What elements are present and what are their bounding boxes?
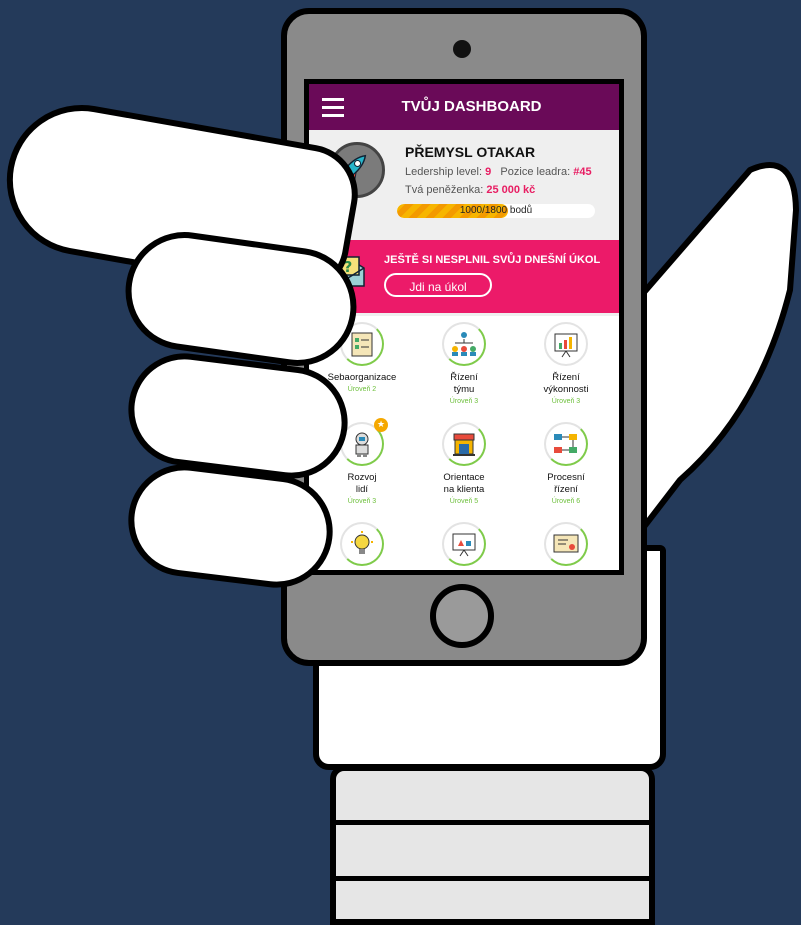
sleeve: [330, 765, 655, 925]
skill-level: Úroveň 3: [347, 498, 377, 505]
skill-tile[interactable]: Řízení výkonnosti Úroveň 3: [521, 322, 611, 405]
process-flow-icon: [554, 434, 577, 453]
rank-label: Pozice leadra:: [500, 166, 571, 178]
skill-tile[interactable]: [419, 522, 509, 570]
certificate-icon: [553, 534, 579, 553]
skill-label: Orientace na klienta: [443, 472, 485, 495]
skill-label: Rozvoj lidí: [347, 472, 377, 495]
home-button[interactable]: [430, 584, 494, 648]
sleeve-stripe: [336, 820, 649, 825]
skill-label: Řízení výkonnosti: [543, 372, 589, 395]
wallet-line: Tvá peněženka: 25 000 kč: [405, 184, 535, 196]
presentation-icon: [452, 533, 476, 557]
page-title: TVŮJ DASHBOARD: [401, 98, 542, 115]
star-badge-icon: ★: [374, 418, 388, 432]
checklist-icon: [351, 332, 373, 357]
skill-level: Úroveň 5: [449, 498, 479, 505]
lightbulb-icon: [351, 531, 373, 554]
go-to-task-button[interactable]: Jdi na úkol: [384, 273, 492, 297]
level-label: Ledership level:: [405, 166, 483, 178]
wallet-label: Tvá peněženka:: [405, 184, 484, 196]
skill-level: Úroveň 3: [449, 398, 479, 405]
level-value: 9: [485, 166, 492, 178]
menu-icon[interactable]: [322, 98, 344, 122]
sleeve-stripe: [336, 876, 649, 881]
rank-value: #45: [573, 166, 592, 178]
progress-text: 1000/1800 bodů: [459, 205, 533, 216]
points-progress-bar: 1000/1800 bodů: [397, 204, 595, 218]
app-header: TVŮJ DASHBOARD: [309, 84, 619, 130]
task-title: JEŠTĚ SI NESPLNIL SVŮJ DNEŠNÍ ÚKOL: [384, 254, 601, 266]
skill-tile[interactable]: [521, 522, 611, 570]
daily-task-banner: ? JEŠTĚ SI NESPLNIL SVŮJ DNEŠNÍ ÚKOL Jdi…: [312, 240, 619, 313]
skill-level: Úroveň 6: [551, 498, 581, 505]
performance-chart-icon: [554, 333, 578, 358]
user-name: PŘEMYSL OTAKAR: [405, 144, 536, 160]
skills-grid: Sebaorganizace Úroveň 2 Řízení týmu Úrov…: [309, 316, 619, 570]
team-hierarchy-icon: [452, 332, 476, 356]
skill-label: Řízení týmu: [450, 372, 478, 395]
skill-tile[interactable]: Řízení týmu Úroveň 3: [419, 322, 509, 405]
astronaut-icon: [355, 432, 369, 457]
skill-tile[interactable]: Procesní řízení Úroveň 6: [521, 422, 611, 505]
shop-icon: [453, 433, 475, 456]
wallet-value: 25 000 kč: [486, 184, 536, 196]
skill-level: Úroveň 3: [551, 398, 581, 405]
leadership-line: Ledership level: 9 Pozice leadra: #45: [405, 166, 592, 178]
skill-tile[interactable]: Orientace na klienta Úroveň 5: [419, 422, 509, 505]
camera-icon: [453, 40, 471, 58]
skill-label: Procesní řízení: [547, 472, 585, 495]
